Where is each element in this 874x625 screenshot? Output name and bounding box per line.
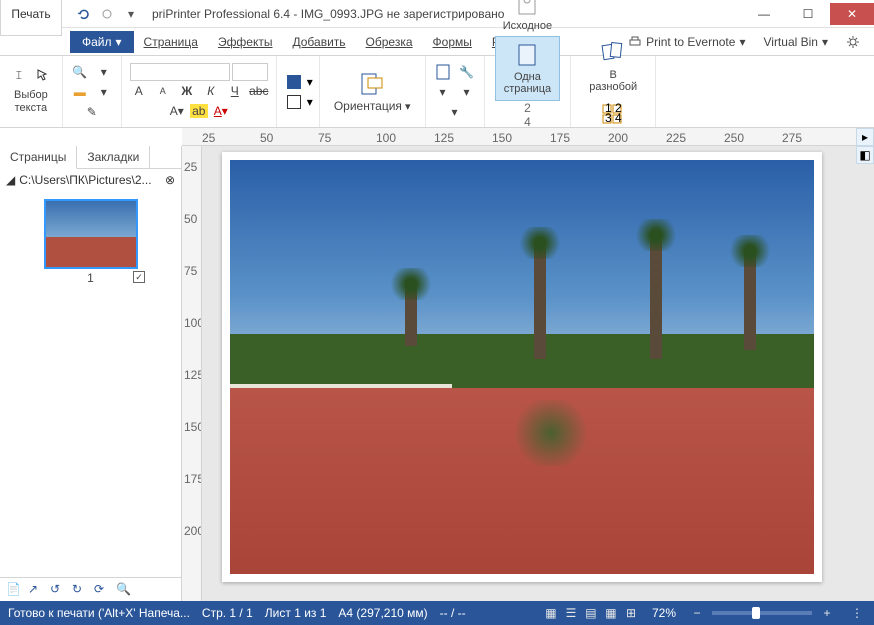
count-2[interactable]: 2 bbox=[524, 101, 531, 115]
view-mode-3[interactable]: ▤ bbox=[582, 605, 600, 621]
canvas-corner-button[interactable]: ◧ bbox=[856, 146, 874, 164]
virtual-bin-dropdown[interactable]: Virtual Bin ▾ bbox=[757, 33, 834, 51]
fontcolor-button[interactable]: A▾ bbox=[166, 101, 188, 121]
status-sheet: Лист 1 из 1 bbox=[265, 606, 327, 620]
maximize-button[interactable]: ☐ bbox=[786, 3, 830, 25]
text-cursor-icon[interactable]: 𝙸 bbox=[8, 65, 30, 85]
dropdown-icon[interactable]: ▾ bbox=[93, 62, 115, 82]
print-button[interactable]: Печать bbox=[0, 0, 62, 36]
margins-icon[interactable]: ▾ bbox=[456, 82, 478, 102]
close-button[interactable]: ✕ bbox=[830, 3, 874, 25]
status-ready: Готово к печати ('Alt+X' Напеча... bbox=[8, 606, 190, 620]
zoom-out-button[interactable]: − bbox=[688, 605, 706, 621]
fill-button[interactable] bbox=[283, 72, 305, 92]
path-close-icon[interactable]: ⊗ bbox=[165, 173, 175, 187]
redo-button[interactable] bbox=[98, 5, 116, 23]
refresh-icon[interactable]: ⟳ bbox=[94, 582, 110, 598]
status-size: A4 (297,210 мм) bbox=[338, 606, 427, 620]
text-select-button[interactable]: Выбор текста bbox=[6, 85, 56, 117]
strike-button[interactable]: abc bbox=[248, 81, 270, 101]
highlight-button[interactable]: ab bbox=[190, 104, 208, 118]
pointer-tool[interactable] bbox=[32, 65, 54, 85]
highlight-tool[interactable]: ▬ bbox=[69, 82, 91, 102]
orientation-button[interactable]: Ориентация ▾ bbox=[326, 66, 419, 117]
orientation-icon bbox=[358, 70, 386, 98]
font-family-input[interactable] bbox=[130, 63, 230, 81]
repair-icon[interactable]: 🔧 bbox=[456, 62, 478, 82]
page-preview[interactable] bbox=[222, 152, 822, 582]
vertical-ruler: 255075100125150175200 bbox=[182, 146, 202, 601]
menu-add[interactable]: Добавить bbox=[283, 31, 356, 53]
status-dash: -- / -- bbox=[440, 606, 466, 620]
columns-icon[interactable]: ▾ bbox=[432, 82, 454, 102]
status-menu-icon[interactable]: ⋮ bbox=[848, 605, 866, 621]
zoom-value: 72% bbox=[652, 606, 676, 620]
source-view-button[interactable]: Исходное bbox=[495, 0, 560, 36]
view-mode-1[interactable]: ▦ bbox=[542, 605, 560, 621]
underline-button[interactable]: Ч bbox=[224, 81, 246, 101]
settings-button[interactable] bbox=[840, 33, 866, 51]
bold-button[interactable]: Ж bbox=[176, 81, 198, 101]
border-button[interactable] bbox=[283, 92, 305, 112]
tab-pages[interactable]: Страницы bbox=[0, 146, 77, 169]
svg-text:3: 3 bbox=[605, 111, 612, 125]
view-mode-5[interactable]: ⊞ bbox=[622, 605, 640, 621]
thumbnail-checkbox[interactable]: ✓ bbox=[133, 271, 145, 283]
layout-icon[interactable]: ▾ bbox=[444, 102, 466, 122]
file-menu[interactable]: Файл▾ bbox=[70, 31, 134, 53]
binoculars-icon[interactable]: 🔍 bbox=[69, 62, 91, 82]
menu-page[interactable]: Страница bbox=[134, 31, 208, 53]
thumbnail-number: 1 ✓ bbox=[8, 271, 173, 285]
file-path[interactable]: ◢ C:\Users\ПК\Pictures\2... ⊗ bbox=[0, 169, 181, 191]
export-icon[interactable]: ↗ bbox=[28, 582, 44, 598]
view-mode-4[interactable]: ▦ bbox=[602, 605, 620, 621]
one-page-button[interactable]: Одна страница bbox=[495, 36, 560, 100]
undo-button[interactable] bbox=[74, 5, 92, 23]
one-page-icon bbox=[513, 41, 541, 69]
rotate-cw-icon[interactable]: ↻ bbox=[72, 582, 88, 598]
minimize-button[interactable]: — bbox=[742, 3, 786, 25]
new-icon[interactable]: 📄 bbox=[6, 582, 22, 598]
svg-text:4: 4 bbox=[615, 111, 622, 125]
collapse-icon[interactable]: ◢ bbox=[6, 173, 15, 187]
canvas-area[interactable]: ◧ bbox=[202, 146, 874, 601]
scattered-button[interactable]: В разнобой bbox=[581, 35, 645, 97]
eyedropper-icon[interactable]: ✎ bbox=[81, 102, 103, 122]
zoom-in-button[interactable]: + bbox=[818, 605, 836, 621]
view-mode-2[interactable]: ☰ bbox=[562, 605, 580, 621]
menu-crop[interactable]: Обрезка bbox=[356, 31, 423, 53]
tab-bookmarks[interactable]: Закладки bbox=[77, 146, 150, 168]
font-size-input[interactable] bbox=[232, 63, 268, 81]
fontcolor2-button[interactable]: A▾ bbox=[210, 101, 232, 121]
gear-icon bbox=[846, 35, 860, 49]
count-4[interactable]: 4 bbox=[524, 115, 531, 129]
order-icon: 1234 bbox=[599, 101, 627, 129]
zoom-icon[interactable]: 🔍 bbox=[116, 582, 132, 598]
ruler-corner-button[interactable]: ▸ bbox=[856, 128, 874, 146]
zoom-slider[interactable] bbox=[712, 611, 812, 615]
page-thumbnail[interactable] bbox=[44, 199, 138, 269]
page-width-icon[interactable] bbox=[432, 62, 454, 82]
menu-forms[interactable]: Формы bbox=[423, 31, 482, 53]
rotate-ccw-icon[interactable]: ↺ bbox=[50, 582, 66, 598]
scattered-icon bbox=[599, 39, 627, 67]
horizontal-ruler: 255075100125150175200225250275 bbox=[182, 128, 874, 146]
dropdown-icon[interactable]: ▾ bbox=[93, 82, 115, 102]
font-shrink-icon[interactable]: A bbox=[152, 81, 174, 101]
window-title: priPrinter Professional 6.4 - IMG_0993.J… bbox=[144, 7, 742, 21]
font-grow-icon[interactable]: A bbox=[128, 81, 150, 101]
source-icon bbox=[513, 0, 541, 18]
status-page: Стр. 1 / 1 bbox=[202, 606, 253, 620]
qat-dropdown[interactable]: ▾ bbox=[122, 5, 140, 23]
italic-button[interactable]: К bbox=[200, 81, 222, 101]
menu-effects[interactable]: Эффекты bbox=[208, 31, 283, 53]
